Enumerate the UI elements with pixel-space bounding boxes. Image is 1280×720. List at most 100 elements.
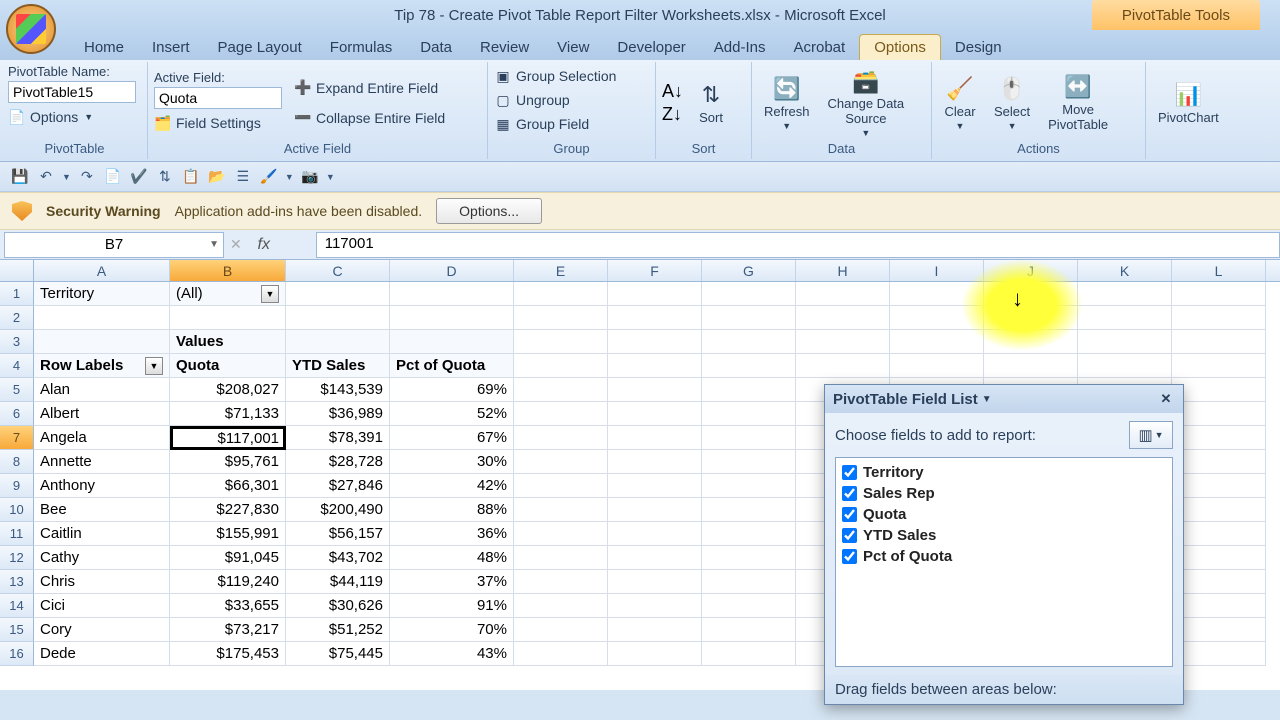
cell[interactable] <box>608 522 702 546</box>
field-list-titlebar[interactable]: PivotTable Field List ▼ ✕ <box>825 385 1183 413</box>
cell[interactable]: $155,991 <box>170 522 286 546</box>
cell[interactable] <box>1078 306 1172 330</box>
field-checkbox[interactable] <box>842 486 857 501</box>
cell[interactable] <box>514 330 608 354</box>
column-header-I[interactable]: I <box>890 260 984 281</box>
group-field-button[interactable]: ▦Group Field <box>494 112 589 136</box>
cell[interactable] <box>1172 546 1266 570</box>
cell[interactable] <box>514 522 608 546</box>
cell[interactable]: $78,391 <box>286 426 390 450</box>
field-list-close-icon[interactable]: ✕ <box>1157 390 1175 408</box>
cell[interactable]: $117,001 <box>170 426 286 450</box>
cell[interactable]: 52% <box>390 402 514 426</box>
refresh-button[interactable]: 🔄Refresh▼ <box>758 72 816 133</box>
sortasc-icon[interactable]: ⇅ <box>155 167 175 187</box>
cell[interactable] <box>1172 498 1266 522</box>
cell[interactable] <box>608 378 702 402</box>
cell[interactable] <box>1172 378 1266 402</box>
sort-asc-icon[interactable]: A↓ <box>662 81 683 102</box>
cell[interactable]: $227,830 <box>170 498 286 522</box>
field-list-dropdown-icon[interactable]: ▼ <box>978 390 996 408</box>
column-header-ytd-sales[interactable]: YTD Sales <box>286 354 390 378</box>
cell[interactable]: $175,453 <box>170 642 286 666</box>
cell[interactable]: Alan <box>34 378 170 402</box>
row-header-3[interactable]: 3 <box>0 330 34 354</box>
cell[interactable] <box>608 594 702 618</box>
cell[interactable] <box>286 330 390 354</box>
tab-add-ins[interactable]: Add-Ins <box>700 35 780 60</box>
save-icon[interactable]: 💾 <box>10 167 30 187</box>
cell[interactable] <box>514 282 608 306</box>
cell[interactable] <box>890 282 984 306</box>
cell[interactable] <box>1172 570 1266 594</box>
cell[interactable] <box>702 378 796 402</box>
cell[interactable] <box>1172 354 1266 378</box>
cell[interactable] <box>514 378 608 402</box>
cell[interactable] <box>514 306 608 330</box>
cell[interactable]: 43% <box>390 642 514 666</box>
cell[interactable]: 48% <box>390 546 514 570</box>
paste-icon[interactable]: 📋 <box>181 167 201 187</box>
column-header-D[interactable]: D <box>390 260 514 281</box>
column-header-H[interactable]: H <box>796 260 890 281</box>
cell[interactable] <box>796 282 890 306</box>
cell[interactable] <box>514 546 608 570</box>
cell[interactable] <box>608 450 702 474</box>
cell[interactable]: Cici <box>34 594 170 618</box>
sort-button[interactable]: ⇅ Sort <box>689 78 733 128</box>
cell[interactable] <box>1172 330 1266 354</box>
pivottable-field-list-panel[interactable]: PivotTable Field List ▼ ✕ Choose fields … <box>824 384 1184 705</box>
row-header-2[interactable]: 2 <box>0 306 34 330</box>
column-header-pct-of-quota[interactable]: Pct of Quota <box>390 354 514 378</box>
field-item-territory[interactable]: Territory <box>842 462 1166 483</box>
cell[interactable] <box>1078 330 1172 354</box>
cell[interactable]: 36% <box>390 522 514 546</box>
column-header-F[interactable]: F <box>608 260 702 281</box>
row-header-12[interactable]: 12 <box>0 546 34 570</box>
cell[interactable] <box>286 282 390 306</box>
row-header-7[interactable]: 7 <box>0 426 34 450</box>
cell[interactable] <box>390 282 514 306</box>
list-icon[interactable]: ☰ <box>233 167 253 187</box>
row-header-13[interactable]: 13 <box>0 570 34 594</box>
values-header[interactable]: Values <box>170 330 286 354</box>
cell[interactable]: $73,217 <box>170 618 286 642</box>
cell[interactable] <box>702 642 796 666</box>
cell[interactable] <box>702 306 796 330</box>
cell[interactable]: 37% <box>390 570 514 594</box>
row-header-8[interactable]: 8 <box>0 450 34 474</box>
cell[interactable]: Cory <box>34 618 170 642</box>
field-checkbox[interactable] <box>842 528 857 543</box>
cell[interactable]: Chris <box>34 570 170 594</box>
namebox-dropdown-icon[interactable]: ▼ <box>209 239 219 250</box>
column-header-K[interactable]: K <box>1078 260 1172 281</box>
group-selection-button[interactable]: ▣Group Selection <box>494 64 616 88</box>
cell[interactable] <box>514 498 608 522</box>
cell[interactable] <box>608 354 702 378</box>
cell[interactable] <box>796 354 890 378</box>
change-data-source-button[interactable]: 🗃️Change Data Source▼ <box>822 64 911 140</box>
active-field-input[interactable] <box>154 87 282 109</box>
cell[interactable] <box>984 282 1078 306</box>
cell[interactable] <box>1172 450 1266 474</box>
cell[interactable] <box>608 474 702 498</box>
cell[interactable]: $36,989 <box>286 402 390 426</box>
field-checkbox[interactable] <box>842 507 857 522</box>
cell[interactable]: Cathy <box>34 546 170 570</box>
cell[interactable] <box>1172 594 1266 618</box>
field-checkbox[interactable] <box>842 465 857 480</box>
column-header-C[interactable]: C <box>286 260 390 281</box>
cell[interactable]: $43,702 <box>286 546 390 570</box>
cell[interactable] <box>890 330 984 354</box>
expand-field-button[interactable]: ➕ Expand Entire Field <box>294 76 445 100</box>
cell[interactable] <box>608 642 702 666</box>
cell[interactable] <box>286 306 390 330</box>
row-header-6[interactable]: 6 <box>0 402 34 426</box>
pivottable-options-button[interactable]: 📄 Options ▼ <box>8 105 93 129</box>
report-filter-label[interactable]: Territory <box>34 282 170 306</box>
cell[interactable] <box>702 546 796 570</box>
cell[interactable]: Bee <box>34 498 170 522</box>
redo-icon[interactable]: ↷ <box>77 167 97 187</box>
cell[interactable] <box>608 498 702 522</box>
cell[interactable] <box>1172 618 1266 642</box>
